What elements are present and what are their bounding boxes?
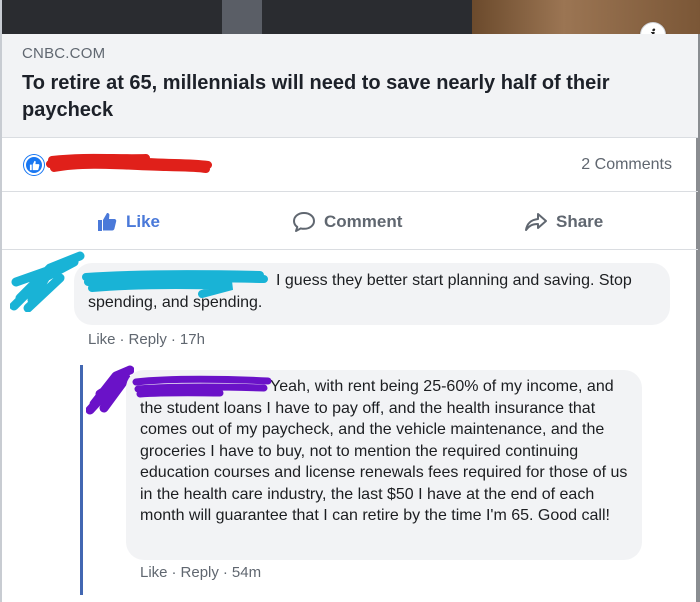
reply-meta: Like · Reply · 54m bbox=[140, 564, 262, 581]
thumbs-up-icon[interactable] bbox=[24, 155, 44, 175]
comment-reply-link[interactable]: Reply bbox=[129, 331, 167, 348]
thumbs-up-icon bbox=[98, 213, 117, 231]
share-button[interactable]: Share bbox=[524, 211, 603, 233]
like-button[interactable]: Like bbox=[96, 211, 160, 233]
post-actions-bar: Like Comment Share bbox=[2, 193, 698, 250]
reaction-summary-bar: 2 Comments bbox=[2, 138, 698, 192]
link-source: CNBC.COM bbox=[22, 45, 106, 62]
facebook-post: i CNBC.COM To retire at 65, millennials … bbox=[0, 0, 700, 602]
reply-text: Yeah, with rent being 25-60% of my incom… bbox=[140, 378, 628, 524]
share-arrow-icon bbox=[525, 213, 547, 231]
reply-bubble: Yeah, with rent being 25-60% of my incom… bbox=[126, 370, 642, 560]
comment-button[interactable]: Comment bbox=[292, 211, 402, 233]
comment-timestamp[interactable]: 17h bbox=[180, 331, 205, 348]
reply-timestamp[interactable]: 54m bbox=[232, 564, 261, 581]
like-label: Like bbox=[126, 212, 161, 231]
thumbnail-figure-coat bbox=[472, 0, 700, 34]
comments-count[interactable]: 2 Comments bbox=[581, 156, 672, 174]
article-thumbnail[interactable] bbox=[2, 0, 700, 34]
comment-meta: Like · Reply · 17h bbox=[88, 331, 205, 348]
link-headline[interactable]: To retire at 65, millennials will need t… bbox=[22, 70, 682, 124]
share-label: Share bbox=[556, 212, 604, 231]
thumbnail-figure-shirt bbox=[222, 0, 262, 34]
comment-like-link[interactable]: Like bbox=[88, 331, 116, 348]
speech-bubble-icon bbox=[293, 212, 315, 232]
link-preview-card[interactable]: CNBC.COM To retire at 65, millennials wi… bbox=[2, 34, 698, 138]
redacted-replier-name-purple bbox=[132, 375, 272, 398]
comment-label: Comment bbox=[324, 212, 403, 231]
reply-like-link[interactable]: Like bbox=[140, 564, 168, 581]
redacted-commenter-name-cyan bbox=[82, 270, 268, 298]
reply-reply-link[interactable]: Reply bbox=[181, 564, 219, 581]
redacted-reactor-name bbox=[46, 153, 212, 173]
reply-thread-line bbox=[80, 365, 83, 595]
